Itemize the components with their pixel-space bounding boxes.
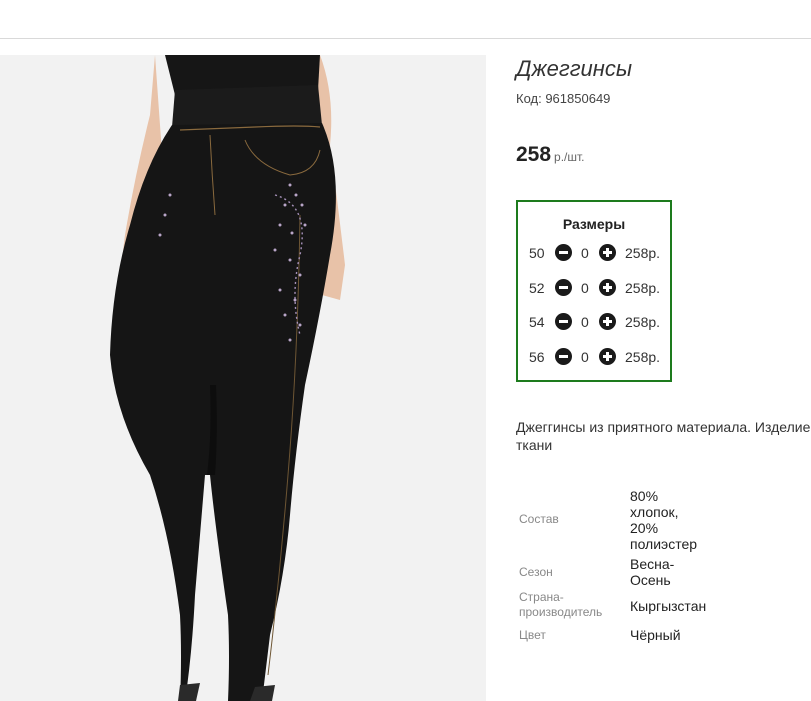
description-line: Джеггинсы из приятного материала. Издели… <box>516 419 811 435</box>
spec-value-line: 20% <box>630 520 659 536</box>
size-value: 52 <box>529 280 545 296</box>
product-photo-illustration <box>0 55 486 701</box>
header-divider <box>0 38 811 39</box>
product-code-value: 961850649 <box>545 91 611 106</box>
spec-value-line: полиэстер <box>630 536 698 552</box>
decrease-quantity-button[interactable] <box>555 244 572 261</box>
product-price: 258 р./шт. <box>516 143 585 167</box>
spec-value-line: Осень <box>630 572 671 588</box>
spec-label: Цвет <box>519 628 546 642</box>
quantity-value: 0 <box>581 280 589 296</box>
spec-label: Состав <box>519 512 559 526</box>
spec-label: Страна- производитель <box>519 590 602 620</box>
spec-value: Весна- Осень <box>630 556 674 588</box>
size-price: 258р. <box>625 349 661 365</box>
spec-label-line: Страна- <box>519 590 564 604</box>
product-photo <box>0 55 486 701</box>
price-value: 258 <box>516 143 552 166</box>
sizes-title: Размеры <box>562 216 626 232</box>
spec-value: 80% хлопок, 20% полиэстер <box>630 488 697 552</box>
increase-quantity-button[interactable] <box>599 348 616 365</box>
spec-value-line: 80% <box>630 488 659 504</box>
size-price: 258р. <box>625 314 661 330</box>
spec-value-line: хлопок, <box>630 504 679 520</box>
size-price: 258р. <box>625 245 661 261</box>
increase-quantity-button[interactable] <box>599 244 616 261</box>
size-row: 56 0 258р. <box>518 345 670 369</box>
increase-quantity-button[interactable] <box>599 313 616 330</box>
size-value: 50 <box>529 245 545 261</box>
product-code-label: Код: <box>516 91 546 106</box>
decrease-quantity-button[interactable] <box>555 279 572 296</box>
increase-quantity-button[interactable] <box>599 279 616 296</box>
quantity-value: 0 <box>581 314 589 330</box>
spec-value-line: Весна- <box>630 556 675 572</box>
spec-label-line: производитель <box>519 605 603 619</box>
size-row: 52 0 258р. <box>518 276 670 300</box>
quantity-value: 0 <box>581 349 589 365</box>
spec-value: Чёрный <box>630 627 681 643</box>
spec-value: Кыргызстан <box>630 598 707 614</box>
size-row: 54 0 258р. <box>518 310 670 334</box>
description-line: ткани <box>516 437 553 453</box>
product-description: Джеггинсы из приятного материала. Издели… <box>516 418 811 454</box>
decrease-quantity-button[interactable] <box>555 348 572 365</box>
spec-label: Сезон <box>519 565 553 579</box>
size-row: 50 0 258р. <box>518 241 670 265</box>
sizes-box: Размеры 50 0 258р. 52 0 258р. 54 0 258р.… <box>516 200 672 382</box>
product-title: Джеггинсы <box>516 56 633 81</box>
size-value: 54 <box>529 314 545 330</box>
size-value: 56 <box>529 349 545 365</box>
quantity-value: 0 <box>581 245 589 261</box>
decrease-quantity-button[interactable] <box>555 313 572 330</box>
product-code: Код: 961850649 <box>516 91 610 106</box>
price-unit: р./шт. <box>554 150 585 164</box>
size-price: 258р. <box>625 280 661 296</box>
